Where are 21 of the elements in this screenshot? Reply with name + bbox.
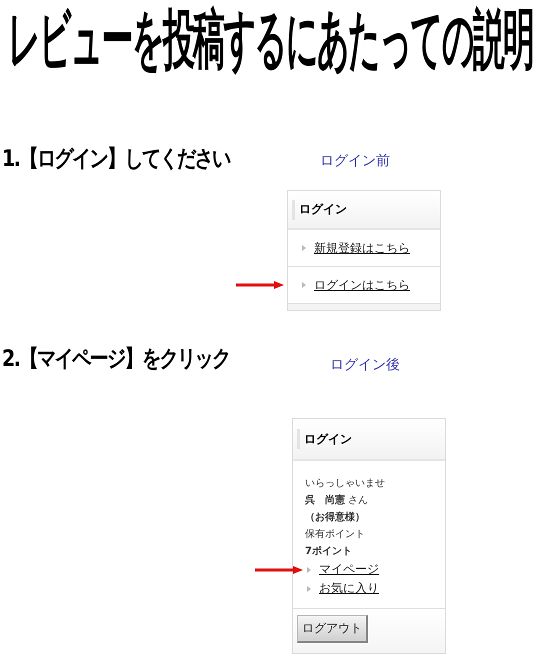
step-heading: 2.【マイページ】をクリック [2,344,230,374]
welcome-text: 7ポイント [305,545,353,559]
link[interactable]: マイページ [319,561,379,578]
link[interactable]: お気に入り [319,580,379,597]
welcome-text: （お得意様） [305,510,366,525]
bullet-icon [307,586,311,592]
welcome-text: 呉 尚憲 さん [305,493,370,508]
bullet-icon [302,245,306,251]
panel-title: ログイン [304,430,352,448]
caption: ログイン後 [330,356,400,374]
link[interactable]: 新規登録はこちら [314,240,410,256]
bullet-icon [307,566,311,572]
welcome-text: 保有ポイント [305,528,366,542]
welcome-text: いらっしゃいませ [305,477,386,491]
link[interactable]: ログインはこちら [314,276,410,294]
caption: ログイン前 [320,152,390,170]
step-heading: 1.【ログイン】してください [2,144,231,174]
page-title: レビューを投稿するにあたっての説明 [8,4,534,74]
logout-button[interactable]: ログアウト [297,615,368,643]
panel-title: ログイン [299,201,347,218]
bullet-icon [302,282,306,288]
